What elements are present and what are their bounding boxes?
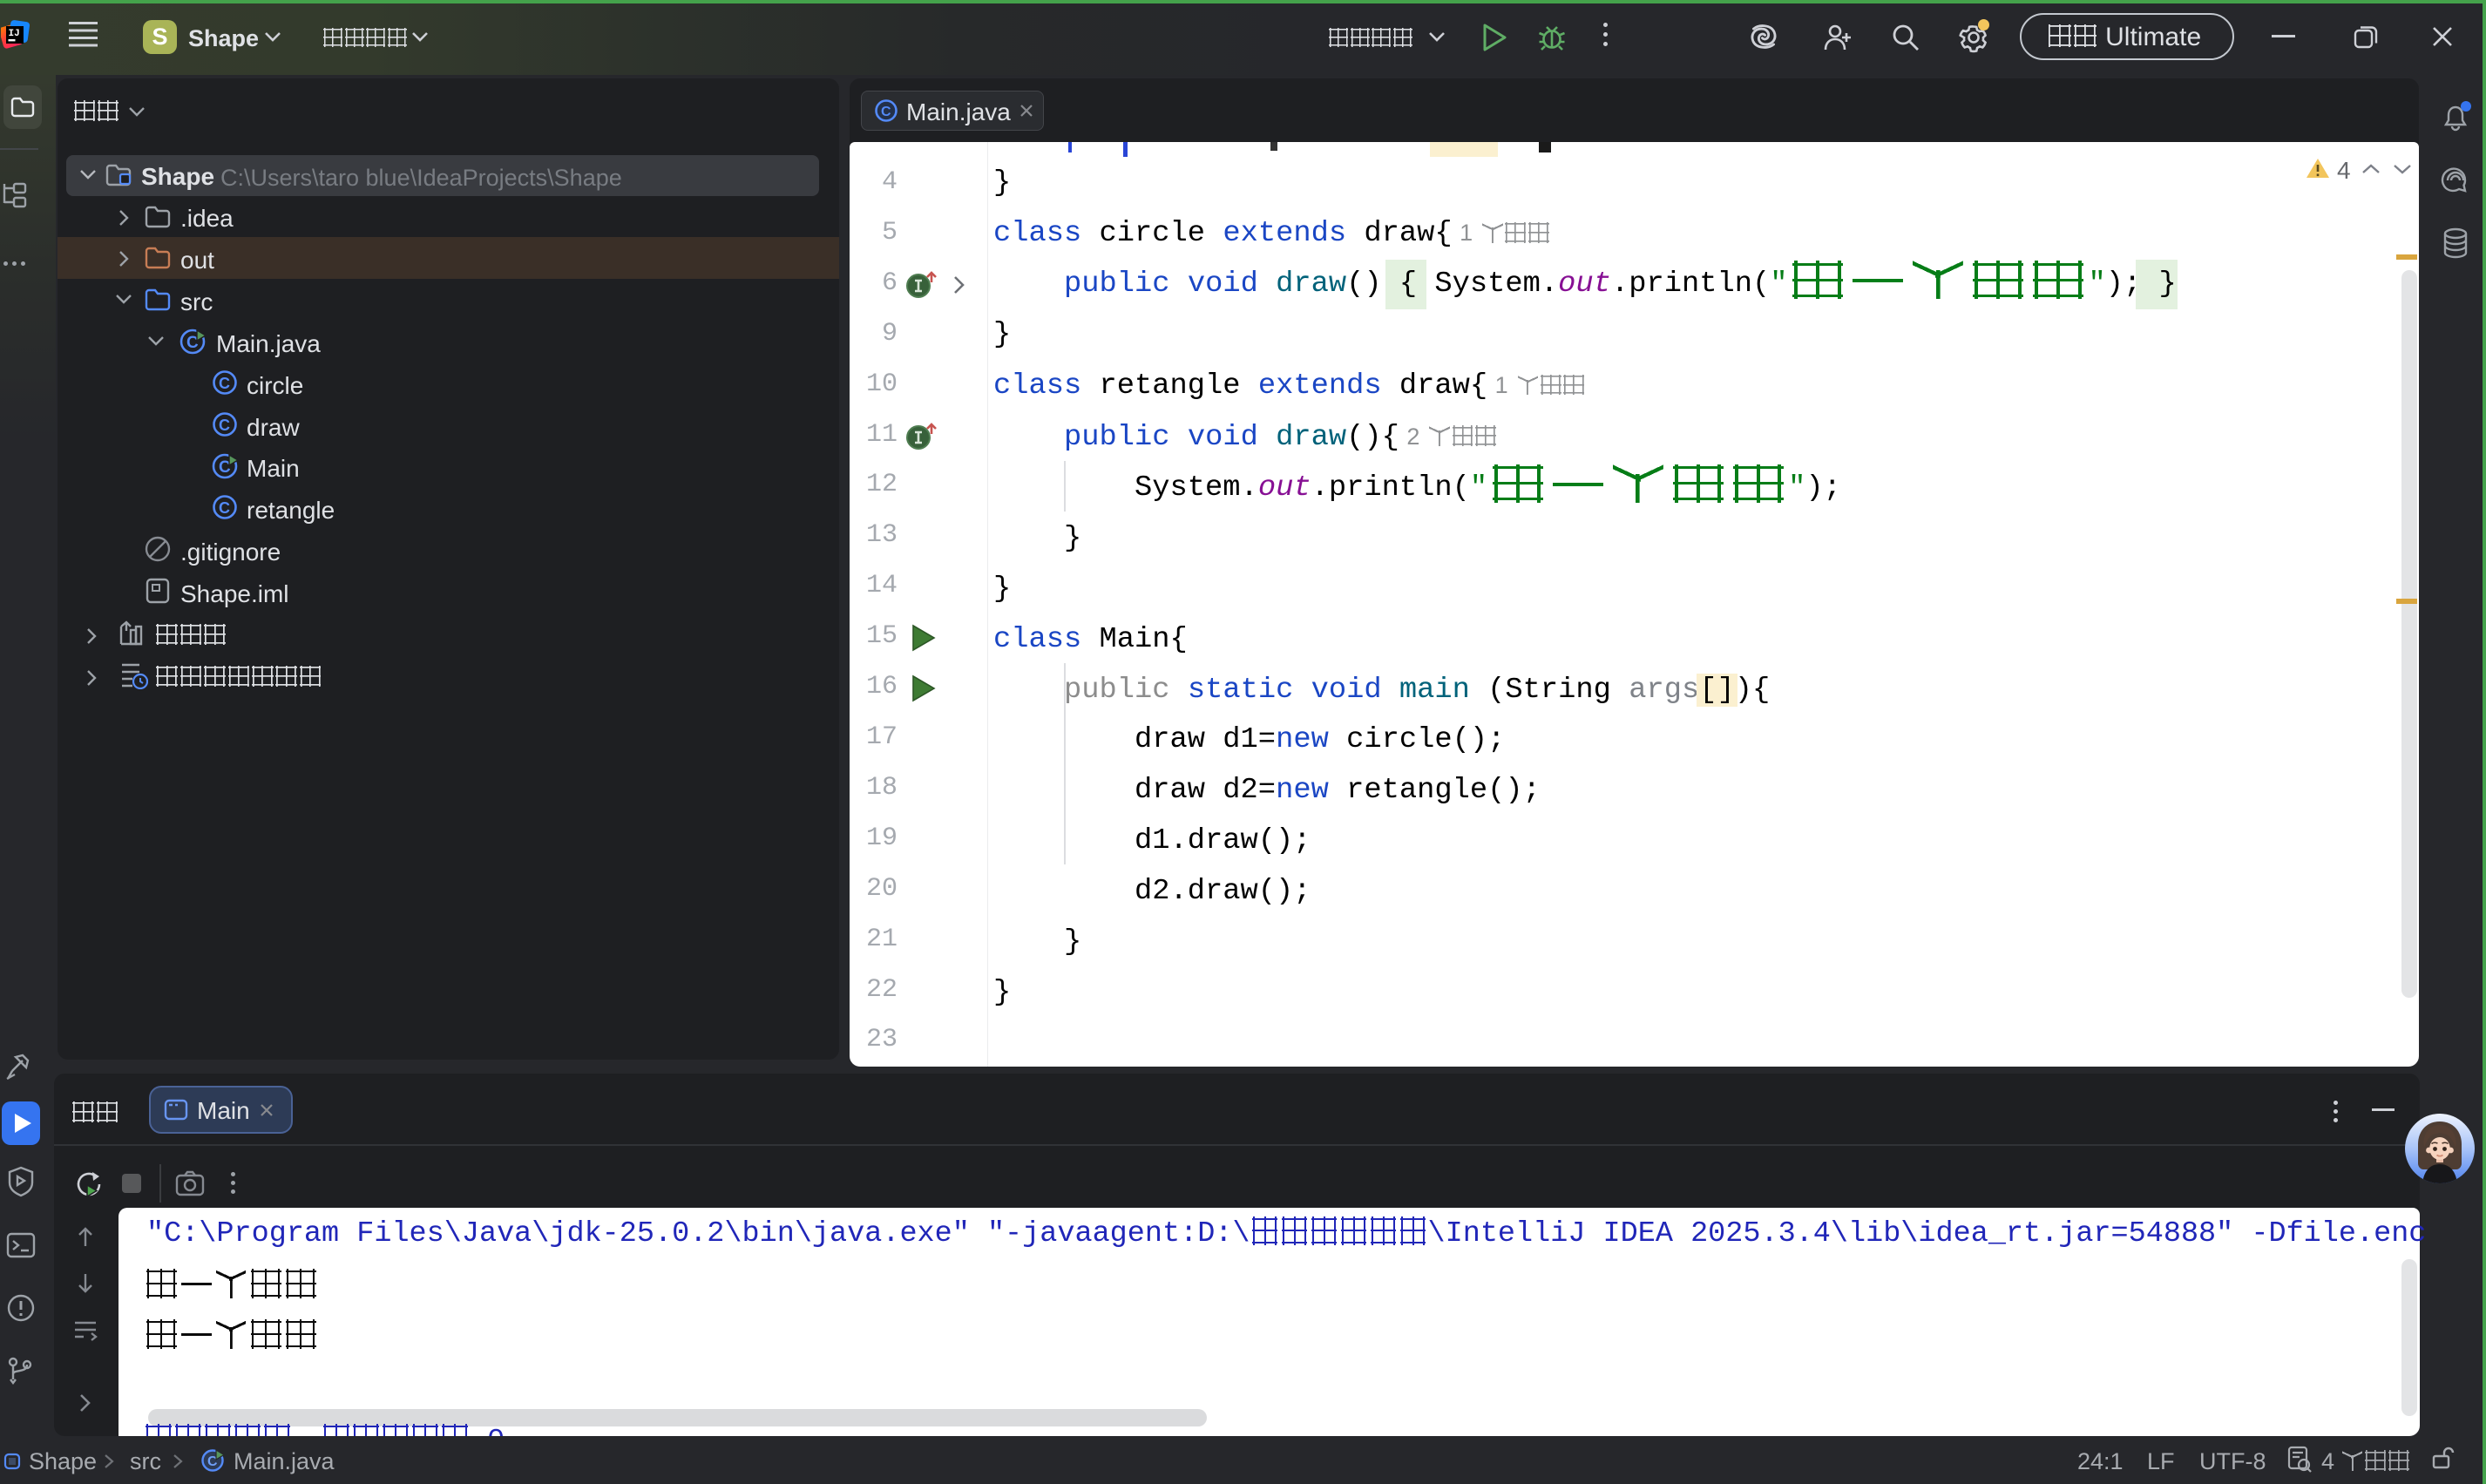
svg-text:C: C <box>219 417 230 434</box>
svg-text:C: C <box>219 375 230 392</box>
svg-text:C: C <box>219 499 230 517</box>
svg-text:C: C <box>881 105 891 119</box>
svg-text:IJ: IJ <box>9 29 20 39</box>
